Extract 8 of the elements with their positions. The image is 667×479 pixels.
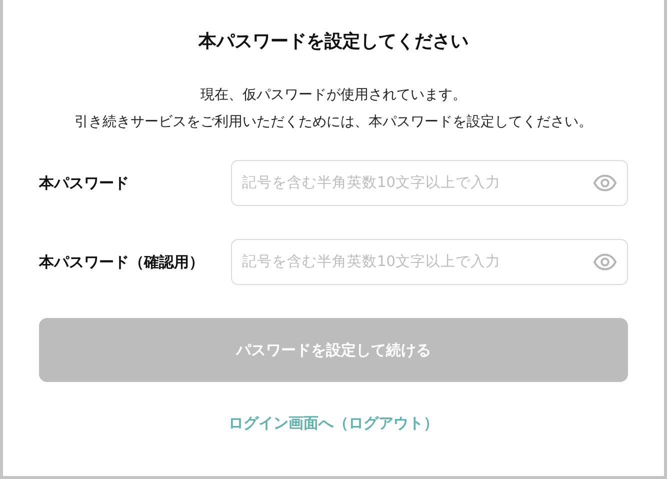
- field-label: 本パスワード（確認用）: [39, 252, 205, 272]
- field-label: 本パスワード: [39, 174, 130, 192]
- dialog-title: 本パスワードを設定してください: [197, 30, 470, 54]
- message-text: 現在、仮パスワードが使用されています。: [200, 86, 468, 105]
- password-field[interactable]: 記号を含む半角英数10文字以上で入力: [231, 239, 628, 285]
- message-text: 引き続きサービスをご利用いただくためには、本パスワードを設定してください。: [74, 113, 594, 132]
- logout-link[interactable]: ログイン画面へ（ログアウト）: [228, 414, 438, 433]
- password-field[interactable]: 記号を含む半角英数10文字以上で入力: [231, 160, 628, 206]
